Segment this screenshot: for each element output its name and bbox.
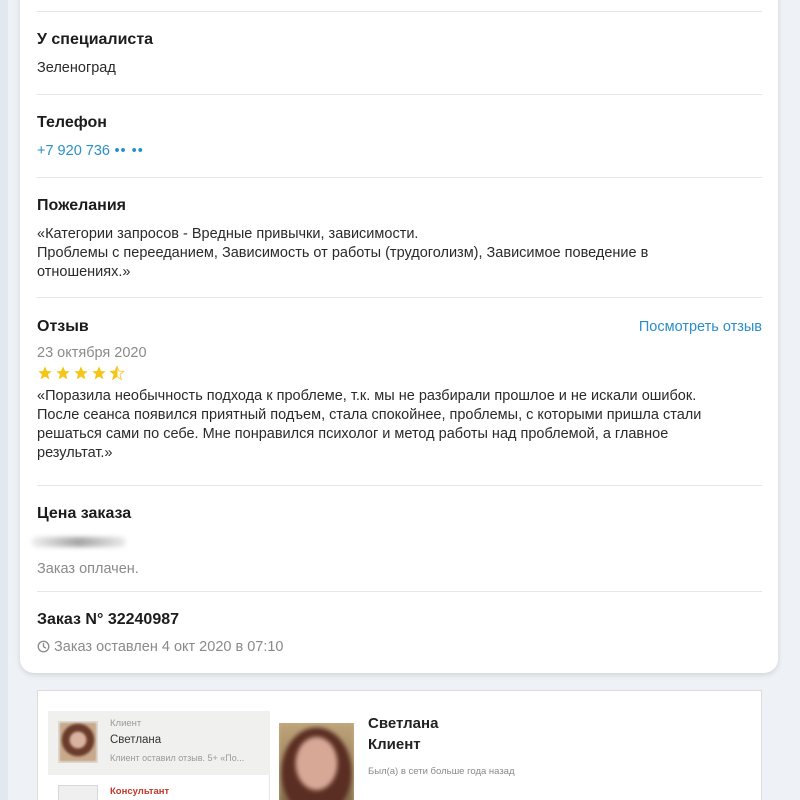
divider [37,591,762,592]
chat-list: Клиент Светлана Клиент оставил отзыв. 5+… [48,711,270,800]
chat-item-role: Клиент [110,718,142,729]
price-heading: Цена заказа [37,505,132,522]
order-created: Заказ оставлен 4 окт 2020 в 07:10 [54,639,284,655]
avatar [58,785,98,800]
review-heading: Отзыв [37,318,89,335]
order-section: Заказ N° 32240987 Заказ оставлен 4 окт 2… [37,611,762,655]
divider [37,94,762,95]
wishes-line: отношениях.» [37,264,131,280]
chat-item-preview: Клиент оставил отзыв. 5+ «По... [110,753,245,763]
price-section: Цена заказа Заказ оплачен. [31,505,762,577]
avatar [58,721,98,763]
star-icon [38,366,52,380]
divider [37,11,762,12]
phone-row: +7 920 736 •• •• [37,142,762,160]
order-number: Заказ N° 32240987 [37,611,180,628]
wishes-section: Пожелания «Категории запросов - Вредные … [37,197,762,282]
view-review-link[interactable]: Посмотреть отзыв [639,319,762,335]
blurred-price [31,537,126,547]
star-icon [92,366,106,380]
profile-role: Клиент [368,736,421,753]
specialist-section: У специалиста Зеленоград [37,31,762,78]
payment-status: Заказ оплачен. [37,561,139,577]
profile-header: Светлана Клиент [368,713,438,755]
half-star-icon [109,365,125,381]
chat-item-client[interactable]: Клиент Светлана Клиент оставил отзыв. 5+… [48,711,270,775]
specialist-heading: У специалиста [37,31,154,48]
chat-item-consultant[interactable]: Консультант [48,775,270,800]
profile-status: Был(а) в сети больше года назад [368,766,515,777]
clock-icon [37,640,50,653]
review-line: результат.» [37,445,113,461]
review-line: решаться сами по себе. Мне понравился пс… [37,426,669,442]
review-section: Отзыв Посмотреть отзыв 23 октября 2020 «… [37,318,762,463]
phone-masked: •• •• [114,143,144,159]
order-created-row: Заказ оставлен 4 окт 2020 в 07:10 [37,639,762,655]
left-rail [0,0,8,800]
review-header: Отзыв Посмотреть отзыв [37,318,762,336]
order-details-card: У специалиста Зеленоград Телефон +7 920 … [20,0,778,673]
divider [37,297,762,298]
wishes-text: «Категории запросов - Вредные привычки, … [37,225,762,282]
review-line: После сеанса появился приятный подъем, с… [37,407,702,423]
wishes-heading: Пожелания [37,197,126,214]
divider [37,177,762,178]
review-text: «Поразила необычность подхода к проблеме… [37,387,762,463]
divider [37,485,762,486]
phone-heading: Телефон [37,114,107,131]
review-line: «Поразила необычность подхода к проблеме… [37,388,697,404]
rating-stars [37,365,762,381]
phone-section: Телефон +7 920 736 •• •• [37,114,762,160]
star-icon [74,366,88,380]
specialist-location: Зеленоград [37,60,116,76]
profile-name: Светлана [368,715,439,732]
star-icon [56,366,70,380]
phone-link[interactable]: +7 920 736 [37,143,110,159]
chat-panel: Клиент Светлана Клиент оставил отзыв. 5+… [37,690,762,800]
review-date: 23 октября 2020 [37,345,147,361]
chat-item-role: Консультант [110,786,170,797]
wishes-line: Проблемы с перееданием, Зависимость от р… [37,245,649,261]
chat-item-name: Светлана [110,734,162,746]
wishes-line: «Категории запросов - Вредные привычки, … [37,226,419,242]
profile-photo [279,723,354,800]
